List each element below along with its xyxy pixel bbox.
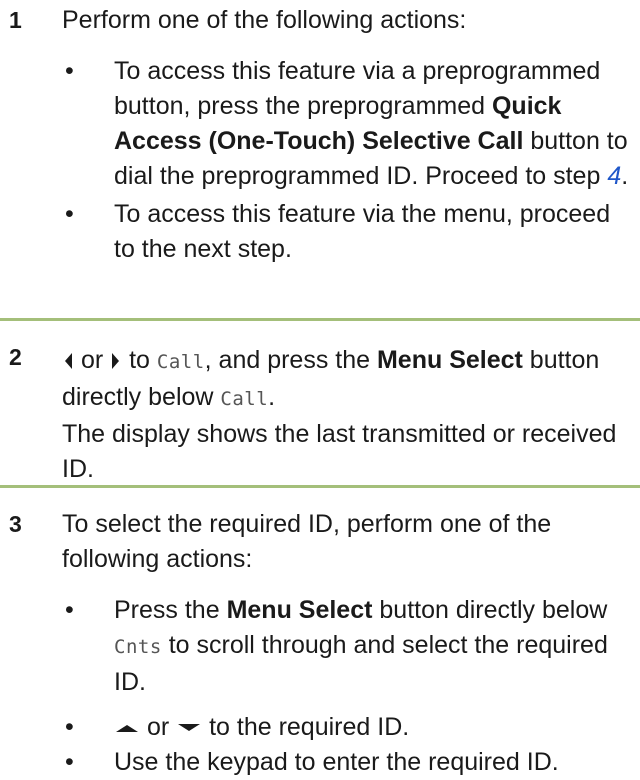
menu-item-call: Call: [220, 388, 269, 410]
button-name: Menu Select: [226, 596, 373, 624]
divider: [0, 318, 640, 321]
list-item: • Press the Menu Select button directly …: [62, 593, 632, 700]
bullet-list: • Press the Menu Select button directly …: [62, 593, 632, 780]
bullet-dot: •: [65, 596, 74, 624]
step-number: 2: [9, 344, 22, 370]
up-arrow-icon: [116, 725, 138, 733]
left-arrow-icon: [65, 353, 72, 370]
bullet-dot: •: [65, 200, 74, 228]
text: .: [268, 383, 276, 411]
menu-item-call: Call: [156, 351, 205, 373]
list-item: • Use the keypad to enter the required I…: [62, 745, 632, 780]
step-content: Perform one of the following actions: • …: [62, 3, 632, 267]
text: To access this feature via the menu, pro…: [114, 200, 611, 263]
text: to scroll through and select the require…: [114, 631, 608, 696]
down-arrow-icon: [178, 724, 201, 732]
step-line: or to Call, and press the Menu Select bu…: [62, 343, 632, 417]
text: or: [146, 713, 170, 741]
bullet-list: • To access this feature via a preprogra…: [62, 54, 632, 267]
bullet-dot: •: [65, 713, 74, 741]
list-item: • or to the required ID.: [62, 710, 632, 745]
bullet-dot: •: [65, 748, 74, 776]
step-content: To select the required ID, perform one o…: [62, 507, 632, 780]
text: button directly below: [372, 596, 608, 624]
right-arrow-icon: [112, 353, 120, 370]
step-intro: To select the required ID, perform one o…: [62, 510, 552, 573]
button-name: Menu Select: [376, 346, 523, 374]
step-content: or to Call, and press the Menu Select bu…: [62, 343, 632, 487]
text: , and press the: [204, 346, 377, 374]
divider: [0, 485, 640, 488]
step-intro: Perform one of the following actions:: [62, 6, 467, 34]
step-number: 3: [9, 511, 22, 537]
text: to: [122, 346, 157, 374]
list-item: • To access this feature via the menu, p…: [62, 197, 632, 267]
bullet-dot: •: [65, 57, 74, 85]
step-link[interactable]: 4: [607, 162, 621, 190]
text: to the required ID.: [202, 713, 410, 741]
text: or: [80, 346, 104, 374]
menu-item-cnts: Cnts: [114, 636, 162, 658]
step-result: The display shows the last transmitted o…: [62, 420, 617, 483]
text: Press the: [114, 596, 227, 624]
text: Use the keypad to enter the required ID.: [114, 748, 559, 776]
list-item: • To access this feature via a preprogra…: [62, 54, 632, 194]
step-number: 1: [9, 7, 22, 33]
text: .: [621, 162, 629, 190]
